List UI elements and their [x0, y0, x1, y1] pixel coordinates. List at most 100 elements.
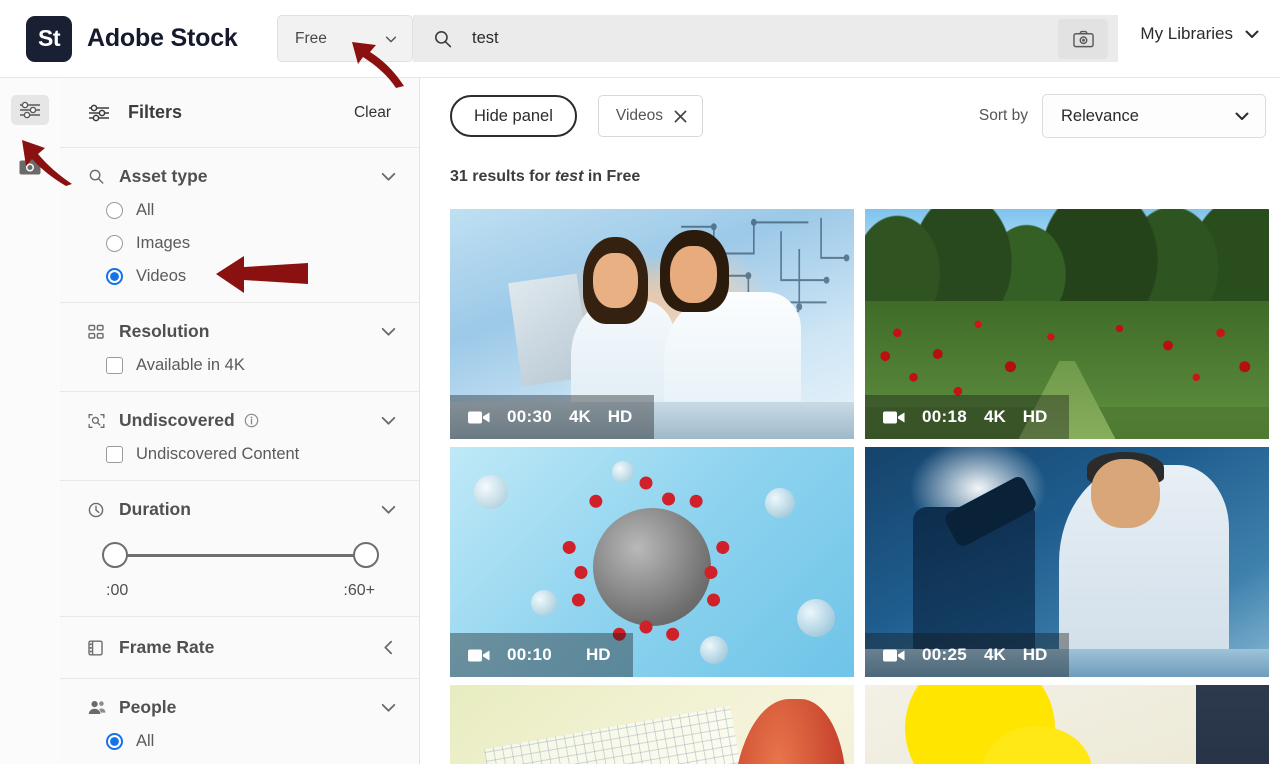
filter-section-title: Asset type	[119, 166, 208, 186]
rail-item-filters-toggle[interactable]	[11, 95, 49, 125]
checkbox-option-available-in-4k[interactable]: Available in 4K	[88, 356, 397, 375]
result-card[interactable]: 00:18 4K HD	[865, 209, 1269, 439]
sort-by-dropdown[interactable]: Relevance	[1042, 94, 1266, 138]
chevron-down-icon	[1245, 30, 1259, 38]
radio-label: All	[136, 201, 155, 219]
radio-option-all[interactable]: All	[88, 201, 397, 220]
filter-section-people-header[interactable]: People	[88, 697, 397, 718]
thumbnail-image	[450, 685, 854, 764]
chevron-down-icon	[381, 703, 396, 712]
result-card[interactable]	[865, 685, 1269, 764]
video-uhd-badge: 4K	[983, 407, 1006, 426]
sort-by-value: Relevance	[1061, 106, 1139, 125]
radio-icon-selected	[106, 268, 123, 285]
filter-section-resolution-header[interactable]: Resolution	[88, 321, 397, 342]
filter-section-undiscovered: Undiscovered Undiscovered Content	[60, 392, 419, 481]
filter-section-asset-type-header[interactable]: Asset type	[88, 166, 397, 187]
checkbox-option-undiscovered-content[interactable]: Undiscovered Content	[88, 445, 397, 464]
video-meta-badges: 00:10 HD	[450, 633, 633, 677]
chevron-down-icon	[381, 416, 396, 425]
people-icon	[88, 700, 108, 715]
film-icon	[88, 640, 108, 656]
sort-by-label: Sort by	[978, 107, 1028, 124]
license-filter-dropdown[interactable]: Free	[277, 15, 413, 62]
video-icon	[883, 649, 905, 661]
result-card[interactable]	[450, 685, 854, 764]
filter-section-title: Undiscovered	[119, 410, 235, 430]
discover-icon	[88, 413, 108, 429]
chevron-down-icon	[385, 36, 397, 42]
result-card[interactable]: 00:30 4K HD	[450, 209, 854, 439]
checkbox-label: Undiscovered Content	[136, 445, 300, 463]
video-duration: 00:10	[507, 645, 552, 664]
radio-option-videos[interactable]: Videos	[88, 267, 397, 286]
video-hd-badge: HD	[1022, 645, 1048, 664]
filter-section-people: People All	[60, 679, 419, 764]
results-grid: 00:30 4K HD 00:18 4K HD 00:10 HD 00:25 4…	[450, 209, 1280, 764]
results-query: test	[554, 168, 584, 185]
duration-max-label: :60+	[343, 582, 375, 599]
chip-label: Videos	[615, 107, 664, 124]
left-rail	[0, 78, 60, 764]
video-icon	[468, 649, 490, 661]
video-hd-badge: HD	[1022, 407, 1048, 426]
search-icon	[434, 30, 452, 47]
active-filter-chip-videos[interactable]: Videos	[597, 95, 704, 137]
brand[interactable]: St Adobe Stock	[26, 15, 238, 62]
clear-filters-button[interactable]: Clear	[354, 104, 397, 122]
search-bar[interactable]	[413, 15, 1118, 62]
radio-option-people-all[interactable]: All	[88, 732, 397, 751]
visual-search-button[interactable]	[1058, 18, 1108, 59]
results-prefix: 31 results for	[450, 168, 555, 185]
filter-section-asset-type: Asset type All Images Videos	[60, 148, 419, 303]
search-icon	[88, 168, 108, 185]
thumbnail-image	[865, 685, 1269, 764]
slider-track	[124, 554, 357, 557]
duration-range-labels: :00 :60+	[106, 582, 375, 600]
chevron-down-icon	[381, 172, 396, 181]
checkbox-label: Available in 4K	[136, 356, 245, 374]
my-libraries-menu[interactable]: My Libraries	[1140, 24, 1260, 44]
results-area: Hide panel Videos Sort by Relevance 31 r…	[420, 78, 1280, 764]
radio-option-images[interactable]: Images	[88, 234, 397, 253]
filter-section-duration: Duration :00 :60+	[60, 481, 419, 617]
filter-section-title: Resolution	[119, 321, 210, 341]
chevron-down-icon	[381, 327, 396, 336]
info-icon[interactable]	[244, 413, 259, 428]
slider-handle-min[interactable]	[102, 542, 128, 568]
video-hd-badge: HD	[607, 407, 633, 426]
radio-icon-selected	[106, 733, 123, 750]
video-icon	[468, 411, 490, 423]
video-duration: 00:25	[922, 645, 967, 664]
result-card[interactable]: 00:25 4K HD	[865, 447, 1269, 677]
checkbox-icon	[106, 446, 123, 463]
filter-section-frame-rate-header[interactable]: Frame Rate	[88, 637, 397, 658]
video-hd-badge: HD	[585, 645, 611, 664]
grid-icon	[88, 324, 108, 340]
chevron-down-icon	[1235, 112, 1249, 120]
radio-icon	[106, 235, 123, 252]
search-input[interactable]	[472, 29, 1058, 48]
brand-name: Adobe Stock	[87, 24, 238, 52]
video-duration: 00:18	[922, 407, 967, 426]
rail-item-visual-search[interactable]	[11, 151, 49, 181]
results-suffix: in Free	[583, 168, 641, 185]
filter-section-undiscovered-header[interactable]: Undiscovered	[88, 410, 397, 431]
radio-icon	[106, 202, 123, 219]
duration-range-slider[interactable]	[102, 542, 379, 568]
video-meta-badges: 00:18 4K HD	[865, 395, 1070, 439]
slider-handle-max[interactable]	[353, 542, 379, 568]
filter-section-title: Duration	[119, 499, 191, 519]
video-duration: 00:30	[507, 407, 552, 426]
hide-panel-button[interactable]: Hide panel	[450, 95, 577, 137]
results-count: 31 results for test in Free	[420, 154, 1280, 186]
camera-icon	[19, 157, 41, 175]
filter-section-title: Frame Rate	[119, 637, 215, 657]
filter-section-resolution: Resolution Available in 4K	[60, 303, 419, 392]
filter-section-duration-header[interactable]: Duration	[88, 499, 397, 520]
chevron-down-icon	[381, 505, 396, 514]
result-card[interactable]: 00:10 HD	[450, 447, 854, 677]
video-meta-badges: 00:25 4K HD	[865, 633, 1070, 677]
checkbox-icon	[106, 357, 123, 374]
close-icon[interactable]	[674, 110, 687, 123]
